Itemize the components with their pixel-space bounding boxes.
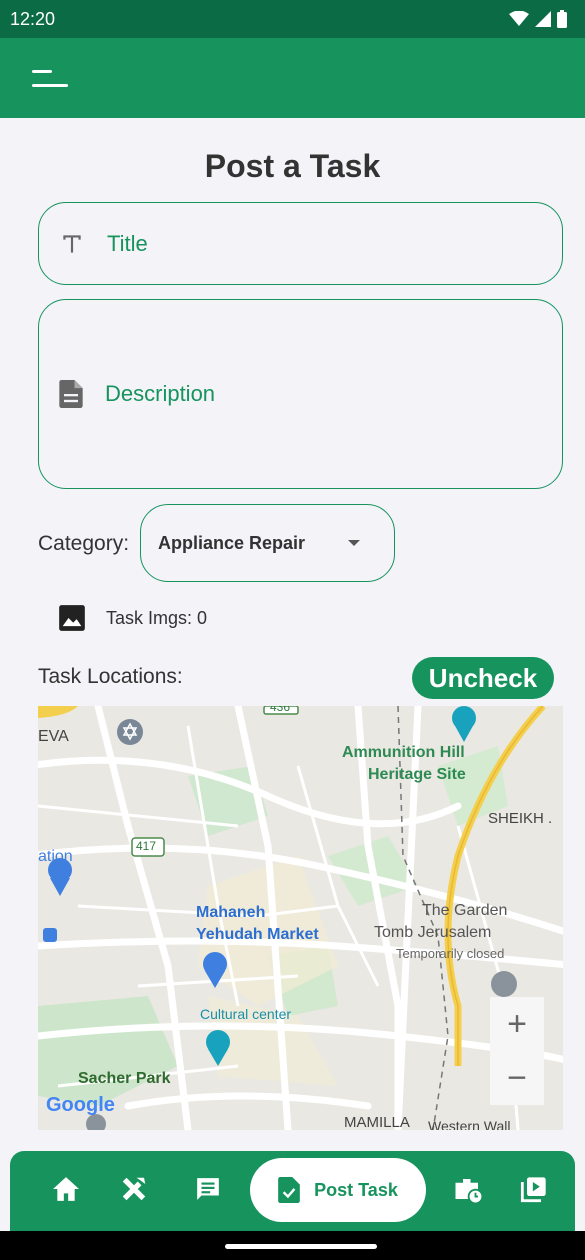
document-icon — [59, 380, 83, 408]
status-icons — [509, 10, 567, 28]
title-field[interactable]: Title — [38, 202, 563, 285]
category-label: Category: — [38, 532, 130, 555]
nav-tools[interactable] — [116, 1171, 152, 1207]
nav-messages[interactable] — [190, 1171, 226, 1207]
description-field[interactable]: Description — [38, 299, 563, 489]
map-label-mamilla: MAMILLA — [344, 1114, 410, 1130]
post-task-icon — [278, 1177, 300, 1203]
signal-icon — [535, 11, 551, 27]
map-label-yehudah-market: Yehudah Market — [196, 926, 319, 943]
map-label-tomb-jerusalem: Tomb Jerusalem — [374, 924, 492, 941]
zoom-out-button[interactable]: − — [490, 1051, 544, 1105]
nav-jobs[interactable] — [450, 1171, 486, 1207]
wifi-icon — [509, 11, 529, 26]
map-label-ammunition-hill: Ammunition Hill — [342, 744, 465, 761]
map-label-sheikh: SHEIKH . — [488, 810, 553, 827]
image-icon — [59, 605, 85, 631]
map-label-cultural-center: Cultural center — [200, 1006, 292, 1022]
text-format-icon — [63, 234, 81, 253]
home-icon — [53, 1177, 79, 1201]
app-bar — [0, 38, 585, 118]
task-images-row[interactable]: Task Imgs: 0 — [58, 604, 207, 632]
zoom-in-button[interactable]: + — [490, 997, 544, 1051]
map-label-the-garden: The Garden — [422, 902, 508, 919]
google-logo: Google — [46, 1094, 115, 1116]
message-icon — [197, 1178, 219, 1200]
map-label-eva: EVA — [38, 728, 69, 745]
status-time: 12:20 — [10, 8, 56, 29]
map-label-heritage-site: Heritage Site — [368, 766, 466, 783]
nav-home[interactable] — [48, 1171, 84, 1207]
task-images-count: Task Imgs: 0 — [106, 607, 208, 628]
dropdown-caret-icon — [348, 540, 360, 546]
tools-icon — [122, 1177, 146, 1201]
task-locations-label: Task Locations: — [38, 665, 183, 688]
uncheck-button[interactable]: Uncheck — [412, 657, 554, 699]
map-label-route-417: 417 — [136, 839, 157, 853]
menu-icon[interactable] — [28, 62, 72, 96]
video-library-icon — [520, 1177, 546, 1203]
title-placeholder: Title — [107, 230, 148, 256]
page-title: Post a Task — [204, 148, 381, 184]
nav-post-task-label: Post Task — [314, 1179, 398, 1200]
system-navigation-bar — [0, 1231, 585, 1260]
map-label-temporarily-closed: Temporarily closed — [396, 946, 505, 961]
description-placeholder: Description — [105, 381, 216, 406]
nav-post-task[interactable]: Post Task — [250, 1158, 426, 1222]
nav-media[interactable] — [516, 1171, 552, 1207]
battery-icon — [557, 10, 567, 28]
map-label-mahaneh: Mahaneh — [196, 904, 266, 921]
bottom-navigation: Post Task — [10, 1151, 575, 1231]
work-history-icon — [455, 1179, 483, 1204]
home-gesture-bar[interactable] — [225, 1244, 377, 1249]
category-value: Appliance Repair — [158, 532, 306, 553]
map-label-ation: ation — [38, 848, 73, 865]
map-view[interactable]: EVA Ammunition Hill Heritage Site SHEIKH… — [38, 706, 563, 1130]
status-bar: 12:20 — [0, 0, 585, 38]
map-label-sacher-park: Sacher Park — [78, 1070, 171, 1087]
map-label-route-436: 436 — [270, 706, 291, 714]
category-dropdown[interactable]: Appliance Repair — [140, 504, 395, 582]
map-label-western-wall: Western Wall — [428, 1118, 511, 1130]
